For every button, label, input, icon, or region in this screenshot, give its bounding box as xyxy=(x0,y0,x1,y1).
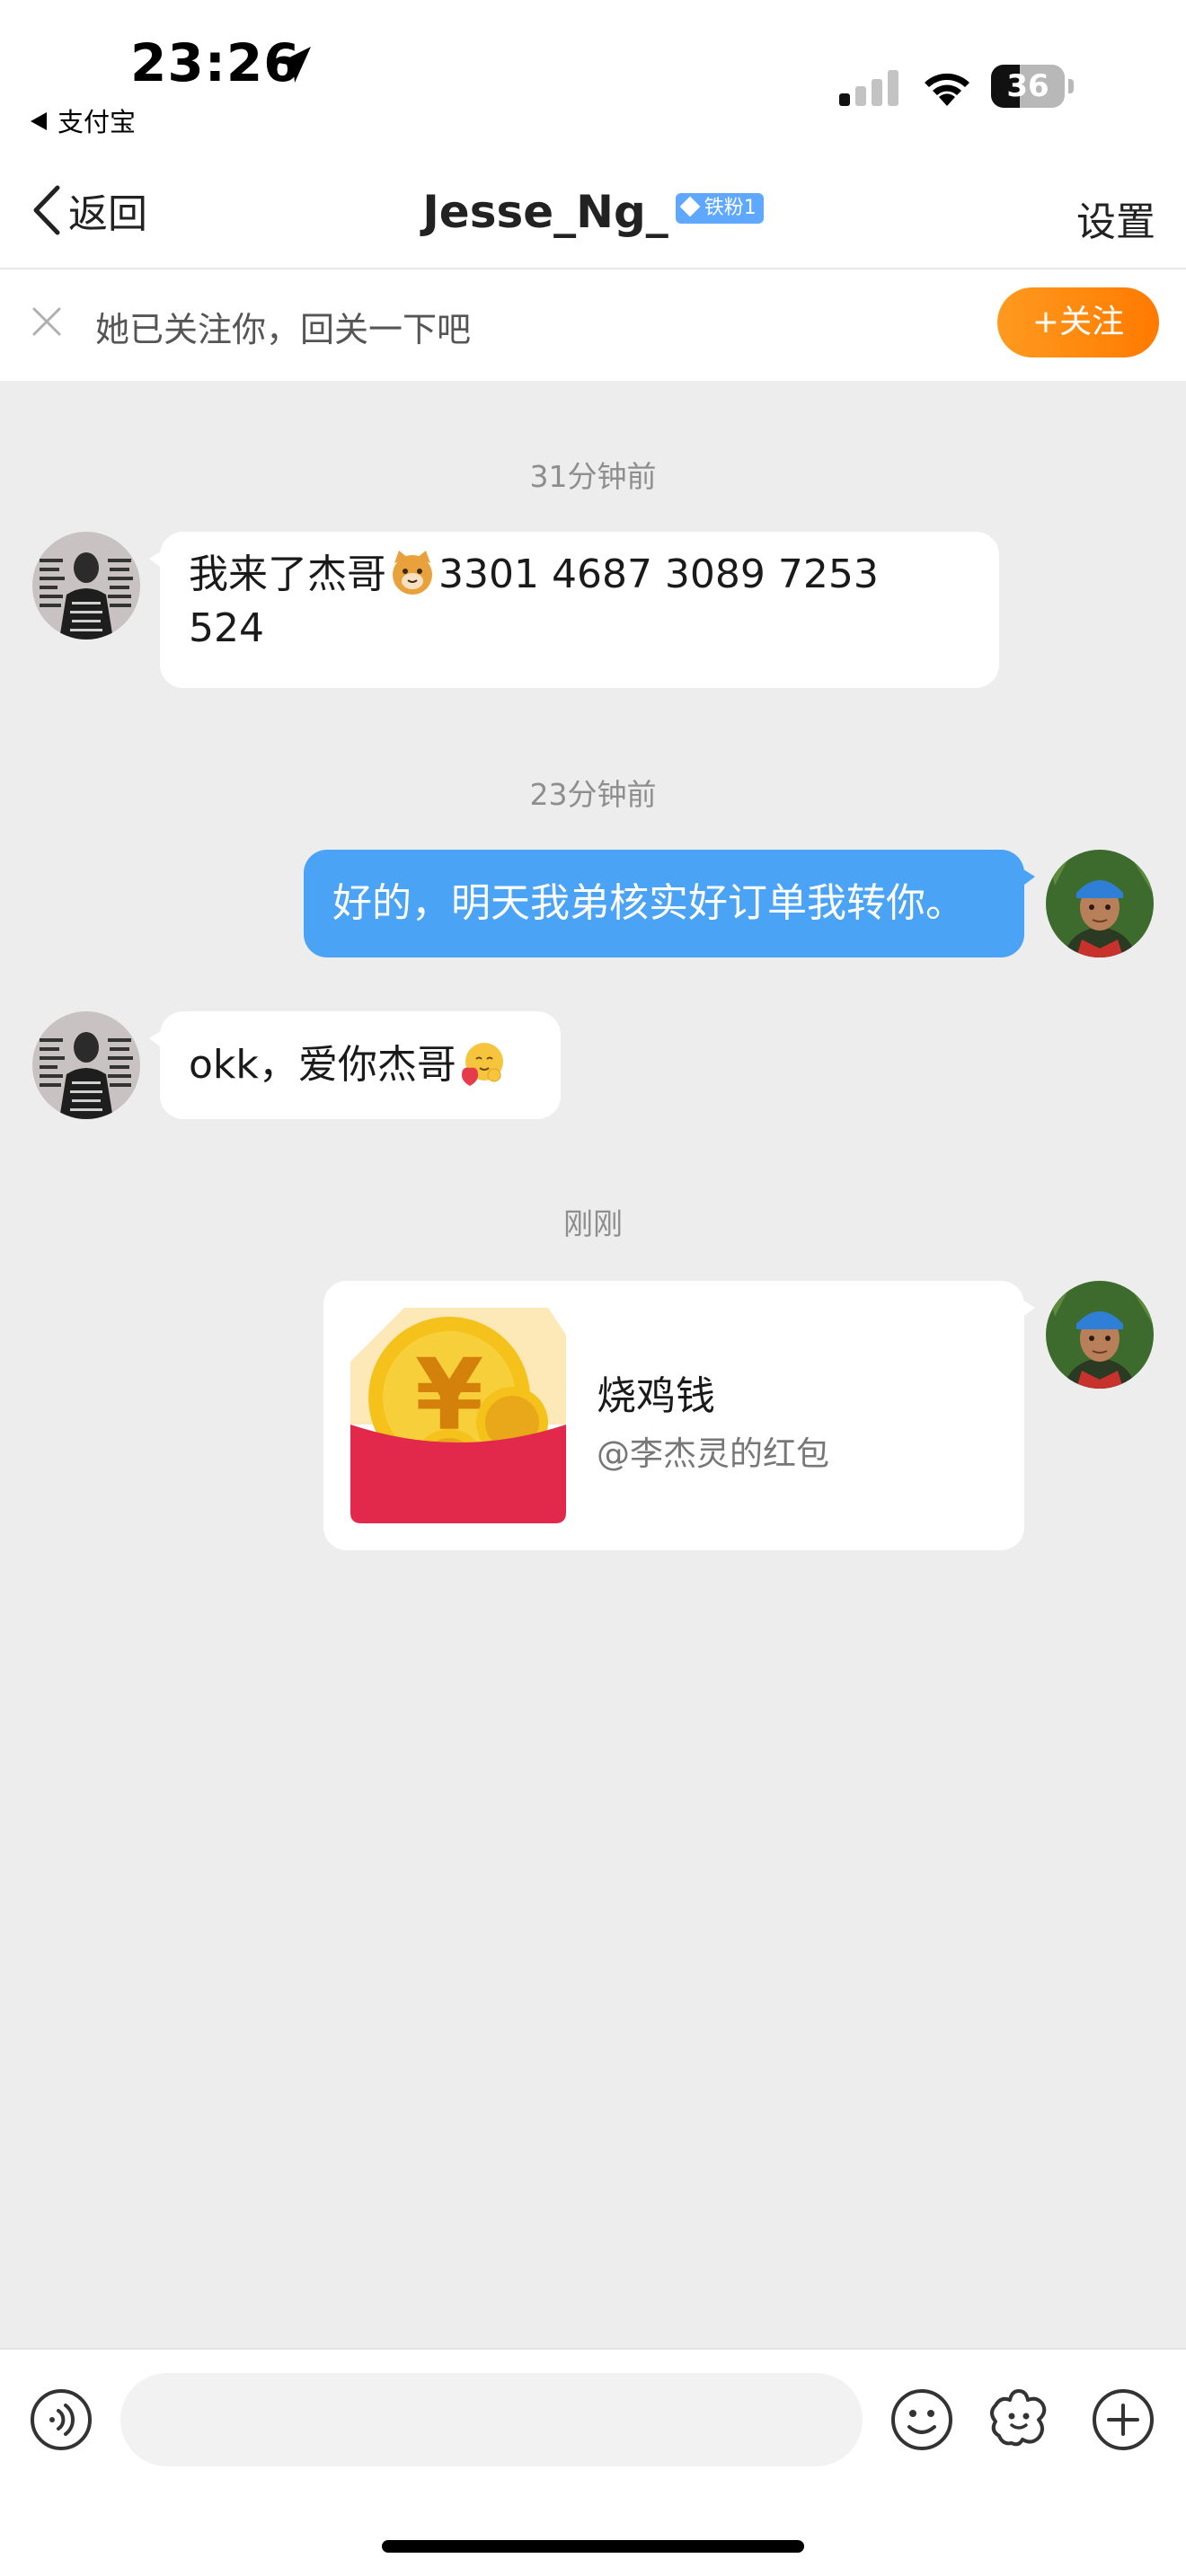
message-input[interactable] xyxy=(120,2373,863,2466)
red-packet-title: 烧鸡钱 xyxy=(597,1373,715,1419)
back-triangle-icon xyxy=(31,112,47,130)
hug-emoji-icon xyxy=(458,1039,507,1088)
red-packet-card[interactable]: ¥ 烧鸡钱 @李杰灵的红包 xyxy=(323,1281,1035,1550)
cellular-signal-icon xyxy=(839,68,902,106)
chat-title-name: Jesse_Ng_ xyxy=(422,185,668,238)
avatar-self[interactable] xyxy=(1046,850,1154,957)
avatar-other[interactable] xyxy=(32,532,140,640)
home-indicator[interactable] xyxy=(382,2540,804,2553)
follow-suggestion-text: 她已关注你，回关一下吧 xyxy=(95,310,472,349)
back-to-app-link[interactable]: 支付宝 xyxy=(31,101,136,139)
timestamp: 刚刚 xyxy=(563,1206,623,1241)
emoji-icon[interactable] xyxy=(890,2387,954,2452)
status-bar: 23:26 支付宝 36 xyxy=(0,0,1186,157)
timestamp: 23分钟前 xyxy=(529,777,657,812)
input-bar xyxy=(0,2348,1186,2576)
red-packet-sender: @李杰灵的红包 xyxy=(597,1434,829,1473)
location-arrow-icon xyxy=(279,47,311,83)
avatar-other[interactable] xyxy=(32,1011,140,1119)
message-text: 3301 4687 3089 7253 xyxy=(438,551,879,597)
message-bubble-outgoing[interactable]: 好的，明天我弟核实好订单我转你。 xyxy=(304,850,1035,957)
red-packet-icon: ¥ xyxy=(350,1308,566,1523)
settings-button[interactable]: 设置 xyxy=(1076,190,1155,247)
message-text: 我来了杰哥 xyxy=(189,551,386,597)
message-text: 524 xyxy=(189,605,264,651)
voice-icon[interactable] xyxy=(29,2387,93,2452)
diamond-icon xyxy=(679,196,701,216)
fan-level-badge: 铁粉1 xyxy=(675,192,764,224)
message-text: okk，爱你杰哥 xyxy=(189,1042,456,1088)
battery-level: 36 xyxy=(1006,68,1049,104)
battery-icon: 36 xyxy=(991,65,1074,108)
message-bubble-incoming[interactable]: okk，爱你杰哥 xyxy=(149,1011,561,1119)
plus-icon[interactable] xyxy=(1091,2387,1155,2452)
chat-title: Jesse_Ng_ 铁粉1 xyxy=(0,182,1186,238)
fan-badge-label: 铁粉1 xyxy=(704,196,757,219)
message-text: 好的，明天我弟核实好订单我转你。 xyxy=(332,880,965,926)
follow-button[interactable]: +关注 xyxy=(997,287,1159,357)
nav-bar: 返回 Jesse_Ng_ 铁粉1 设置 xyxy=(0,157,1186,269)
timestamp: 31分钟前 xyxy=(529,459,657,494)
wifi-icon xyxy=(925,73,969,106)
avatar-self[interactable] xyxy=(1046,1281,1154,1389)
close-icon[interactable] xyxy=(31,305,63,338)
follow-suggestion-bar: 她已关注你，回关一下吧 +关注 xyxy=(0,269,1186,381)
cat-emoji-icon xyxy=(388,549,437,597)
message-bubble-incoming[interactable]: 我来了杰哥 3301 4687 3089 7253 524 xyxy=(149,532,999,688)
sticker-icon[interactable] xyxy=(987,2386,1051,2450)
back-app-label: 支付宝 xyxy=(58,107,137,137)
